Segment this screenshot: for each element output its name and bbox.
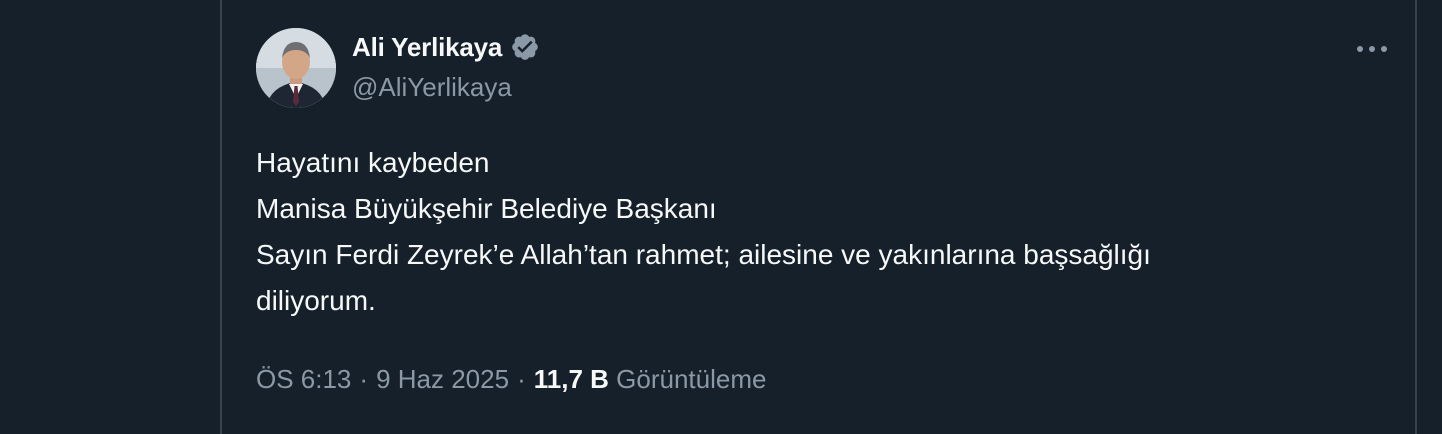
avatar[interactable] bbox=[256, 28, 336, 108]
tweet-text: Hayatını kaybeden Manisa Büyükşehir Bele… bbox=[256, 140, 1396, 324]
meta-separator: · bbox=[517, 364, 526, 394]
author-handle[interactable]: @AliYerlikaya bbox=[352, 72, 512, 103]
tweet-date[interactable]: 9 Haz 2025 bbox=[376, 364, 509, 394]
tweet-text-line: Hayatını kaybeden bbox=[256, 147, 490, 178]
views-count: 11,7 B bbox=[533, 364, 609, 394]
meta-separator: · bbox=[359, 364, 369, 394]
tweet-text-line: Sayın Ferdi Zeyrek’e Allah’tan rahmet; a… bbox=[256, 239, 1151, 270]
more-options-button[interactable] bbox=[1352, 34, 1392, 64]
display-name[interactable]: Ali Yerlikaya bbox=[352, 32, 502, 63]
page: Ali Yerlikaya @AliYerlikaya Hayatını kay… bbox=[0, 0, 1442, 434]
verified-badge-icon bbox=[510, 32, 540, 62]
tweet-text-line: Manisa Büyükşehir Belediye Başkanı bbox=[256, 193, 717, 224]
tweet-text-line: diliyorum. bbox=[256, 285, 376, 316]
views-label: Görüntüleme bbox=[616, 364, 767, 394]
more-horizontal-icon bbox=[1357, 46, 1387, 52]
author-name-row: Ali Yerlikaya bbox=[352, 30, 540, 64]
tweet-time[interactable]: ÖS 6:13 bbox=[256, 364, 351, 394]
tweet-meta: ÖS 6:13 · 9 Haz 2025 · 11,7 B Görüntüleme bbox=[256, 364, 766, 395]
tweet-card: Ali Yerlikaya @AliYerlikaya Hayatını kay… bbox=[220, 0, 1417, 434]
